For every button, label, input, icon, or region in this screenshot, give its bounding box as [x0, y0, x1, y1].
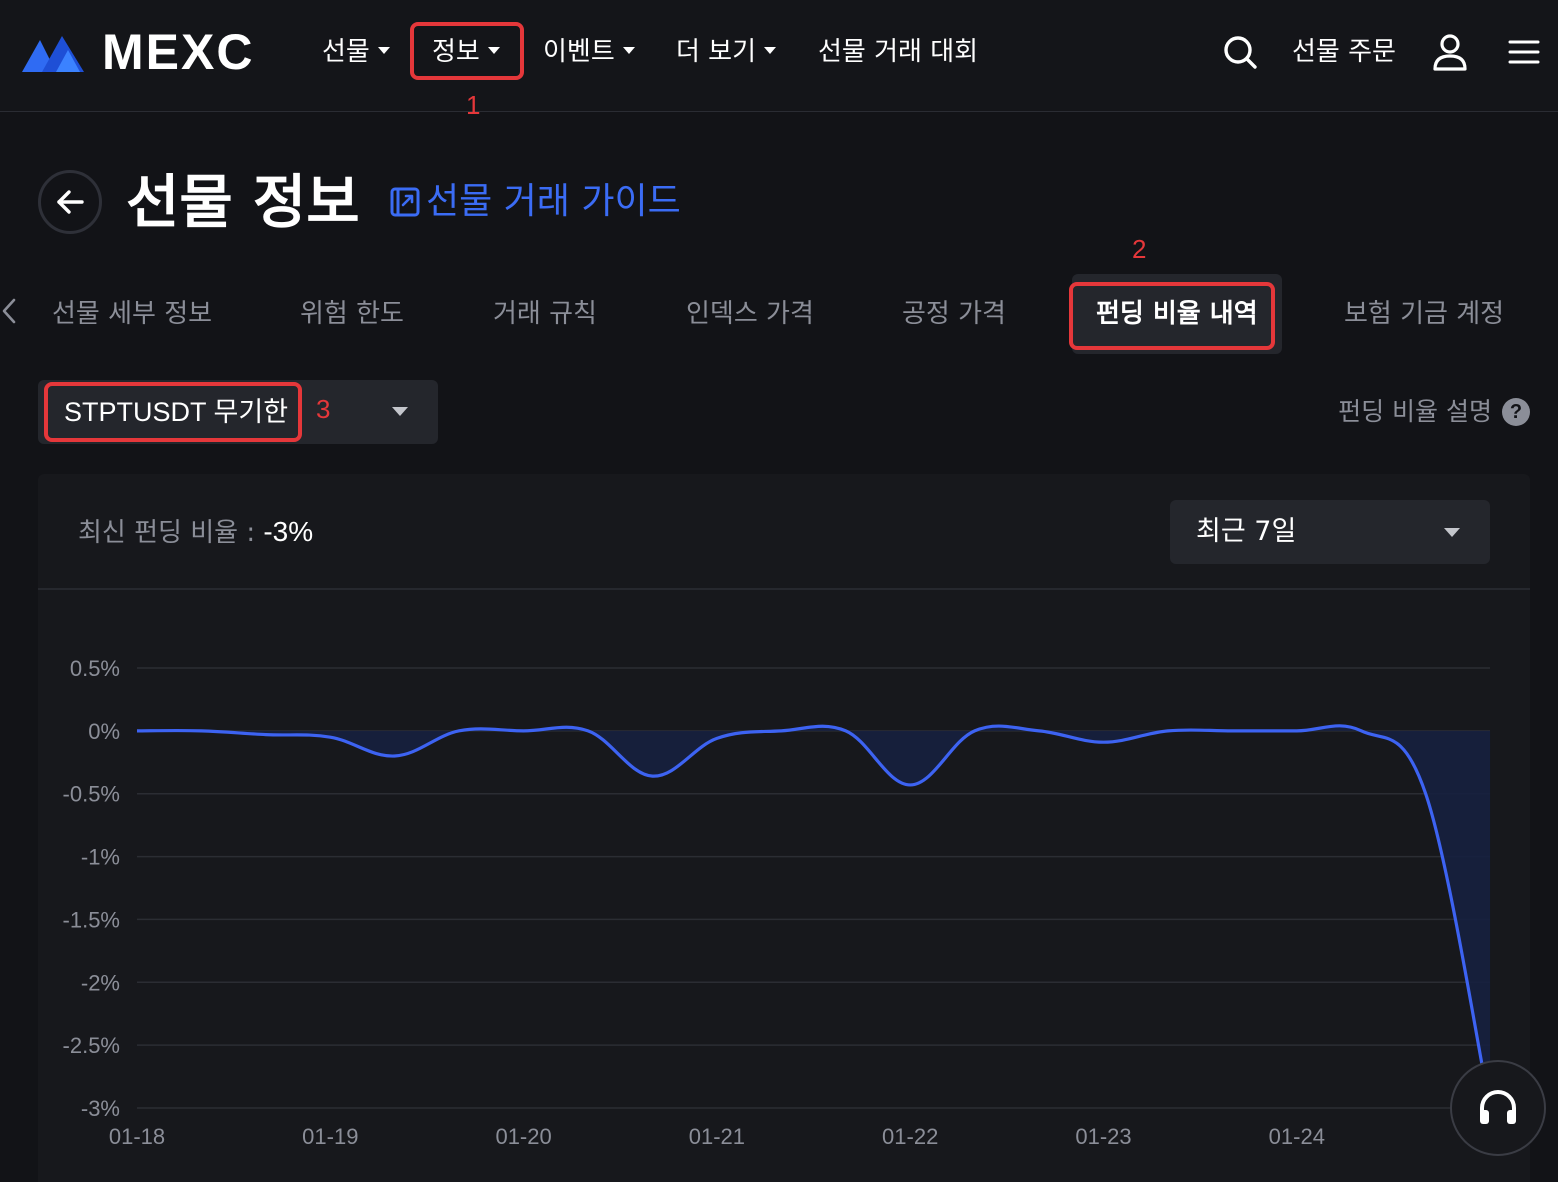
x-tick-label: 01-20: [495, 1124, 551, 1149]
headset-icon: [1480, 1090, 1516, 1124]
y-tick-label: -2.5%: [63, 1033, 120, 1058]
area-fill: [137, 725, 1491, 1108]
y-tick-label: -1%: [81, 845, 120, 870]
series-line: [136, 724, 1492, 1109]
y-tick-label: 0.5%: [70, 656, 120, 681]
y-tick-label: 0%: [88, 719, 120, 744]
y-tick-label: -2%: [81, 970, 120, 995]
x-tick-label: 01-21: [689, 1124, 745, 1149]
x-tick-label: 01-23: [1075, 1124, 1131, 1149]
y-tick-label: -0.5%: [63, 782, 120, 807]
x-tick-label: 01-18: [109, 1124, 165, 1149]
x-tick-label: 01-22: [882, 1124, 938, 1149]
y-tick-label: -1.5%: [63, 907, 120, 932]
x-tick-label: 01-24: [1269, 1124, 1325, 1149]
customer-support-button[interactable]: [1450, 1060, 1546, 1156]
funding-rate-chart: 0.5% 0% -0.5% -1% -1.5% -2% -2.5% -3% 01-18 01-19…: [63, 656, 1492, 1149]
x-tick-label: 01-19: [302, 1124, 358, 1149]
y-tick-label: -3%: [81, 1096, 120, 1121]
